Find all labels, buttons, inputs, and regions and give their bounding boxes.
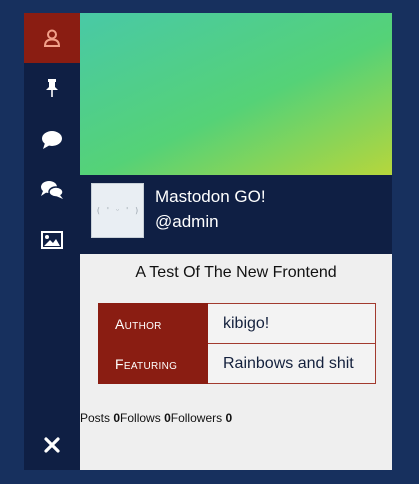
- profile-header-image: [80, 13, 392, 175]
- app-window: ( ' ᵕ ' ) Mastodon GO! @admin A Test Of …: [24, 13, 392, 470]
- followers-label[interactable]: Followers: [171, 411, 222, 425]
- close-button[interactable]: [24, 420, 80, 470]
- sidebar-item-conversations[interactable]: [24, 165, 80, 215]
- image-icon: [41, 231, 63, 249]
- sidebar-item-statuses[interactable]: [24, 115, 80, 165]
- avatar-placeholder-text: ( ' ᵕ ' ): [95, 206, 140, 215]
- sidebar-item-media[interactable]: [24, 215, 80, 265]
- follows-label[interactable]: Follows: [120, 411, 161, 425]
- close-icon: [44, 437, 60, 453]
- conversation-icon: [41, 181, 64, 199]
- field-value: kibigo!: [207, 303, 376, 344]
- display-name: Mastodon GO!: [155, 187, 266, 206]
- profile-header: ( ' ᵕ ' ) Mastodon GO! @admin: [80, 175, 392, 254]
- avatar[interactable]: ( ' ᵕ ' ): [91, 183, 144, 238]
- sidebar-item-pinned[interactable]: [24, 63, 80, 113]
- profile-fields-table: Author kibigo! Featuring Rainbows and sh…: [98, 303, 376, 384]
- field-value: Rainbows and shit: [207, 343, 376, 384]
- field-name: Featuring: [98, 343, 208, 384]
- user-icon: [43, 29, 61, 47]
- profile-field-row: Featuring Rainbows and shit: [98, 343, 376, 384]
- field-name: Author: [98, 303, 208, 344]
- followers-count: 0: [225, 411, 233, 425]
- follows-count: 0: [164, 411, 171, 425]
- speech-bubble-icon: [42, 131, 62, 149]
- pin-icon: [46, 79, 58, 97]
- profile-panel: ( ' ᵕ ' ) Mastodon GO! @admin A Test Of …: [80, 13, 392, 470]
- sidebar: [24, 13, 80, 470]
- profile-stats: Posts 0Follows 0Followers 0: [80, 411, 232, 425]
- profile-field-row: Author kibigo!: [98, 303, 376, 344]
- account-handle[interactable]: @admin: [155, 212, 219, 232]
- profile-bio: A Test Of The New Frontend: [135, 264, 337, 281]
- posts-label[interactable]: Posts: [80, 411, 110, 425]
- sidebar-item-profile[interactable]: [24, 13, 80, 63]
